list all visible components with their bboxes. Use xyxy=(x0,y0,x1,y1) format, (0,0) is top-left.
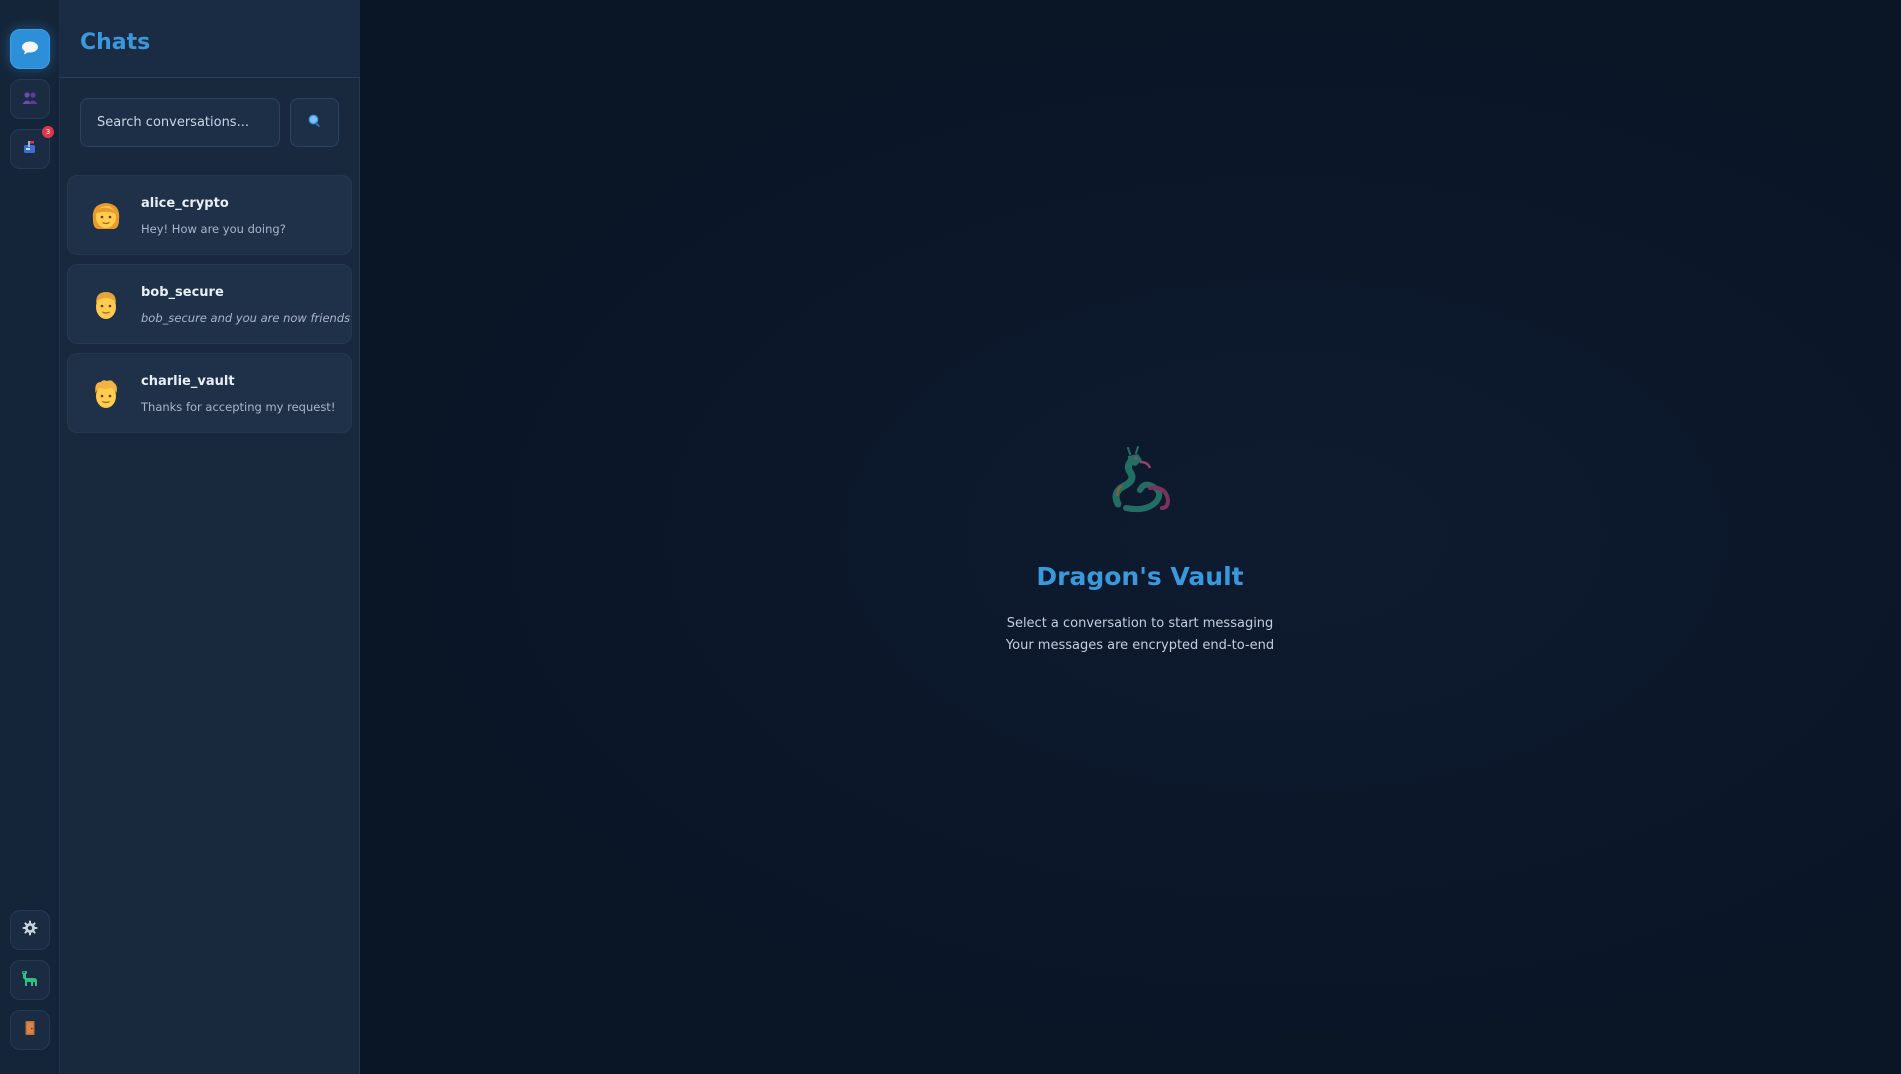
profile-nav-button[interactable] xyxy=(10,960,50,1000)
friends-nav-button[interactable] xyxy=(10,79,50,119)
chat-preview: Thanks for accepting my request! xyxy=(141,400,336,414)
nav-rail: 3 xyxy=(0,0,60,1074)
chat-item-bob-secure[interactable]: bob_secure bob_secure and you are now fr… xyxy=(67,264,352,344)
search-button[interactable] xyxy=(290,98,339,147)
dragon-icon xyxy=(1106,446,1176,516)
chats-nav-button[interactable] xyxy=(10,29,50,69)
chat-preview: Hey! How are you doing? xyxy=(141,222,286,236)
chat-name: charlie_vault xyxy=(141,374,235,389)
empty-state-line-2: Your messages are encrypted end-to-end xyxy=(1005,638,1275,653)
gear-icon xyxy=(22,920,38,940)
requests-nav-button[interactable]: 3 xyxy=(10,126,54,169)
chat-item-alice-crypto[interactable]: alice_crypto Hey! How are you doing? xyxy=(67,175,352,255)
mailbox-icon xyxy=(22,139,38,159)
magnifier-icon xyxy=(308,113,322,132)
person-avatar-icon xyxy=(88,376,124,412)
panel-header: Chats xyxy=(60,0,360,78)
search-input[interactable] xyxy=(80,98,280,147)
app-root: 3 Chats Search conversations... alice_cr… xyxy=(0,0,1901,1074)
empty-state-title: Dragon's Vault xyxy=(1036,562,1244,591)
chats-panel: Chats alic xyxy=(60,0,360,1074)
chat-preview: bob_secure and you are now friends xyxy=(141,311,351,325)
notification-badge: 3 xyxy=(42,126,54,138)
page-title: Chats xyxy=(80,30,151,55)
chat-item-charlie-vault[interactable]: charlie_vault Thanks for accepting my re… xyxy=(67,353,352,433)
people-icon xyxy=(22,90,38,109)
empty-state-line-1: Select a conversation to start messaging xyxy=(1006,616,1274,631)
man-avatar-icon xyxy=(88,287,124,323)
door-icon xyxy=(24,1020,36,1040)
conversation-area xyxy=(361,0,1901,1074)
speech-bubble-icon xyxy=(21,40,39,59)
woman-avatar-icon xyxy=(88,198,124,234)
chat-name: bob_secure xyxy=(141,285,224,300)
logout-nav-button[interactable] xyxy=(10,1010,50,1050)
chat-name: alice_crypto xyxy=(141,196,229,211)
settings-nav-button[interactable] xyxy=(10,910,50,950)
dinosaur-icon xyxy=(20,969,40,991)
